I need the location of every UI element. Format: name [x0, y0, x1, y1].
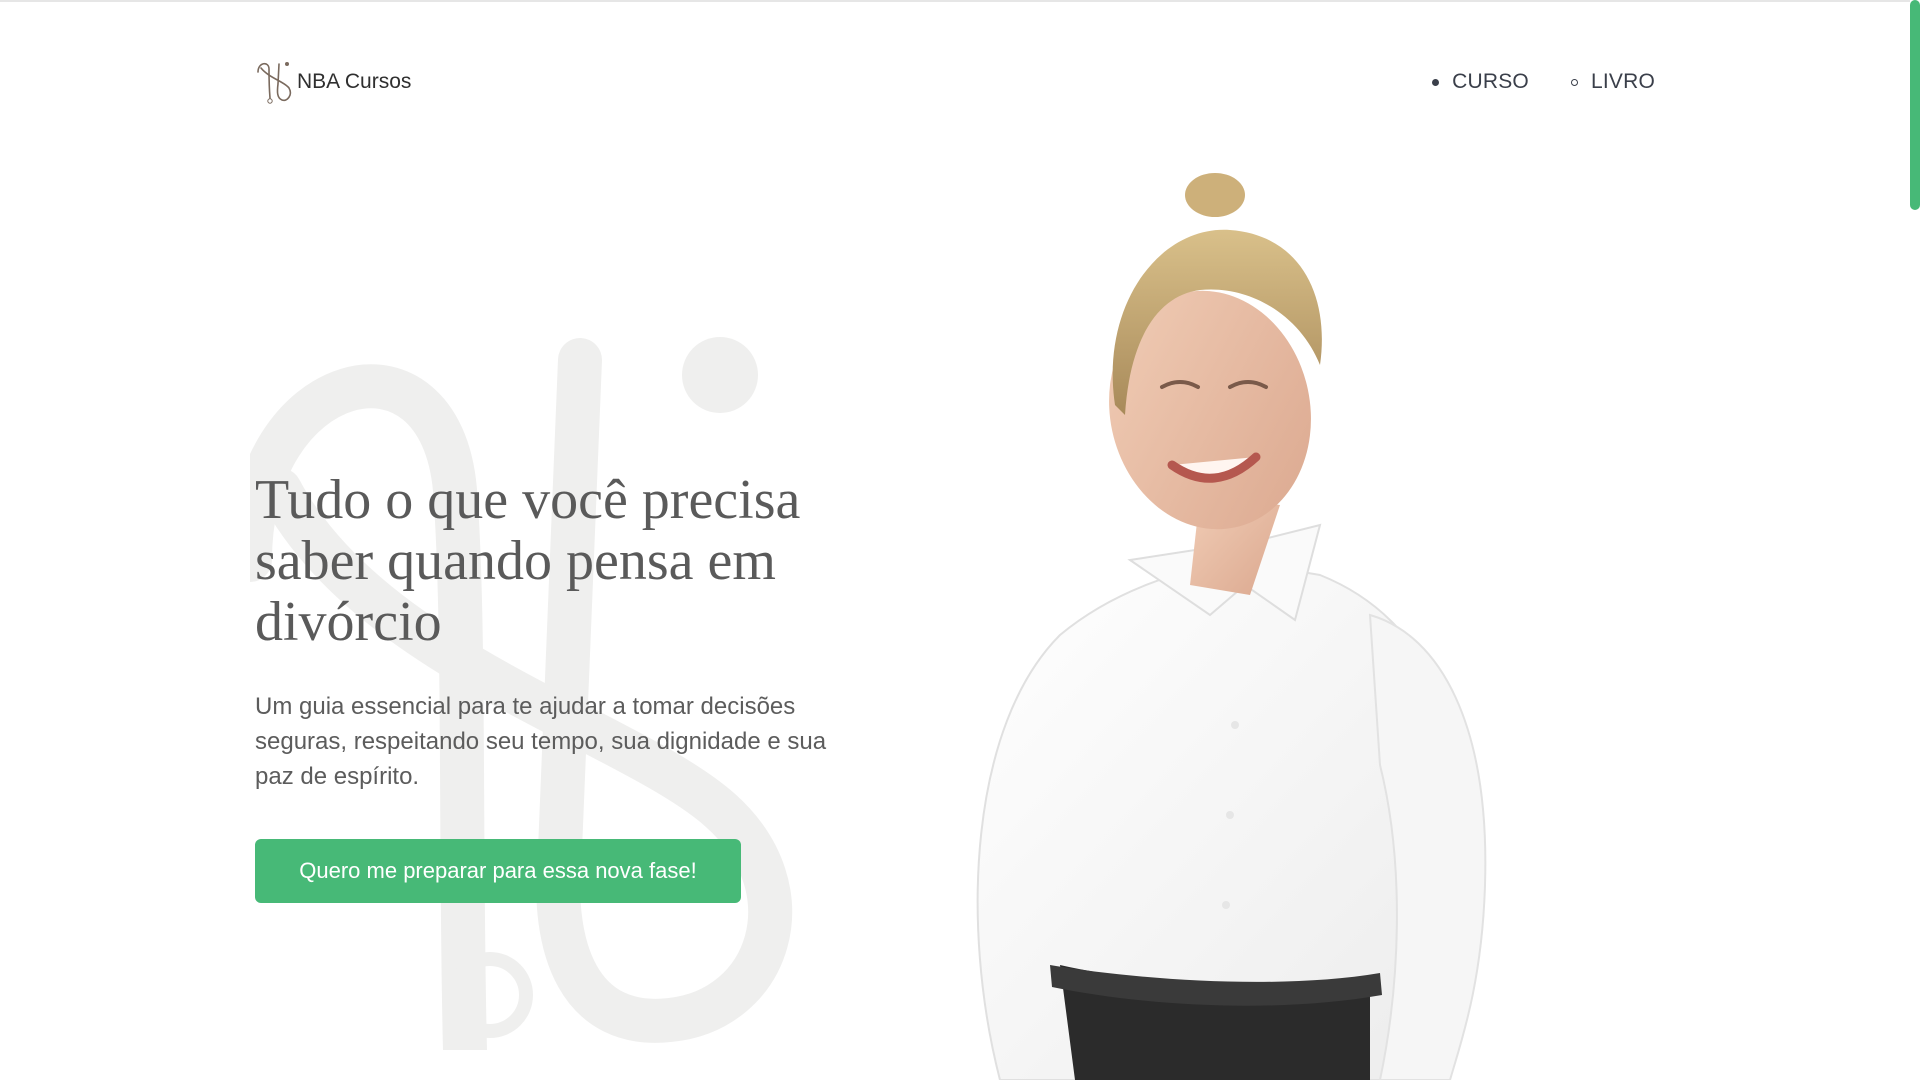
nav-item-label: CURSO: [1452, 70, 1529, 93]
nb-monogram-icon: [257, 62, 292, 104]
scrollbar-thumb[interactable]: [1910, 0, 1920, 210]
main-nav: CURSO LIVRO: [1432, 70, 1655, 94]
site-header: NBA Cursos CURSO LIVRO: [255, 60, 1655, 108]
scrollbar[interactable]: [1910, 0, 1920, 1080]
nav-item-curso[interactable]: CURSO: [1432, 70, 1529, 94]
top-border: [0, 0, 1920, 2]
cta-button[interactable]: Quero me preparar para essa nova fase!: [255, 839, 741, 903]
nav-item-label: LIVRO: [1590, 70, 1655, 93]
hero-subtitle: Um guia essencial para te ajudar a tomar…: [255, 693, 827, 790]
nav-item-livro[interactable]: LIVRO: [1570, 70, 1655, 94]
brand-name: NBA Cursos: [297, 70, 412, 93]
portrait-image: [976, 173, 1487, 1080]
hero-title: Tudo o que você precisa saber quando pen…: [255, 469, 801, 653]
brand-logo[interactable]: NBA Cursos: [255, 60, 411, 104]
hollow-dot-icon: [1570, 78, 1578, 86]
hero-text: Tudo o que você precisa saber quando pen…: [255, 470, 875, 794]
filled-dot-icon: [1432, 78, 1440, 86]
